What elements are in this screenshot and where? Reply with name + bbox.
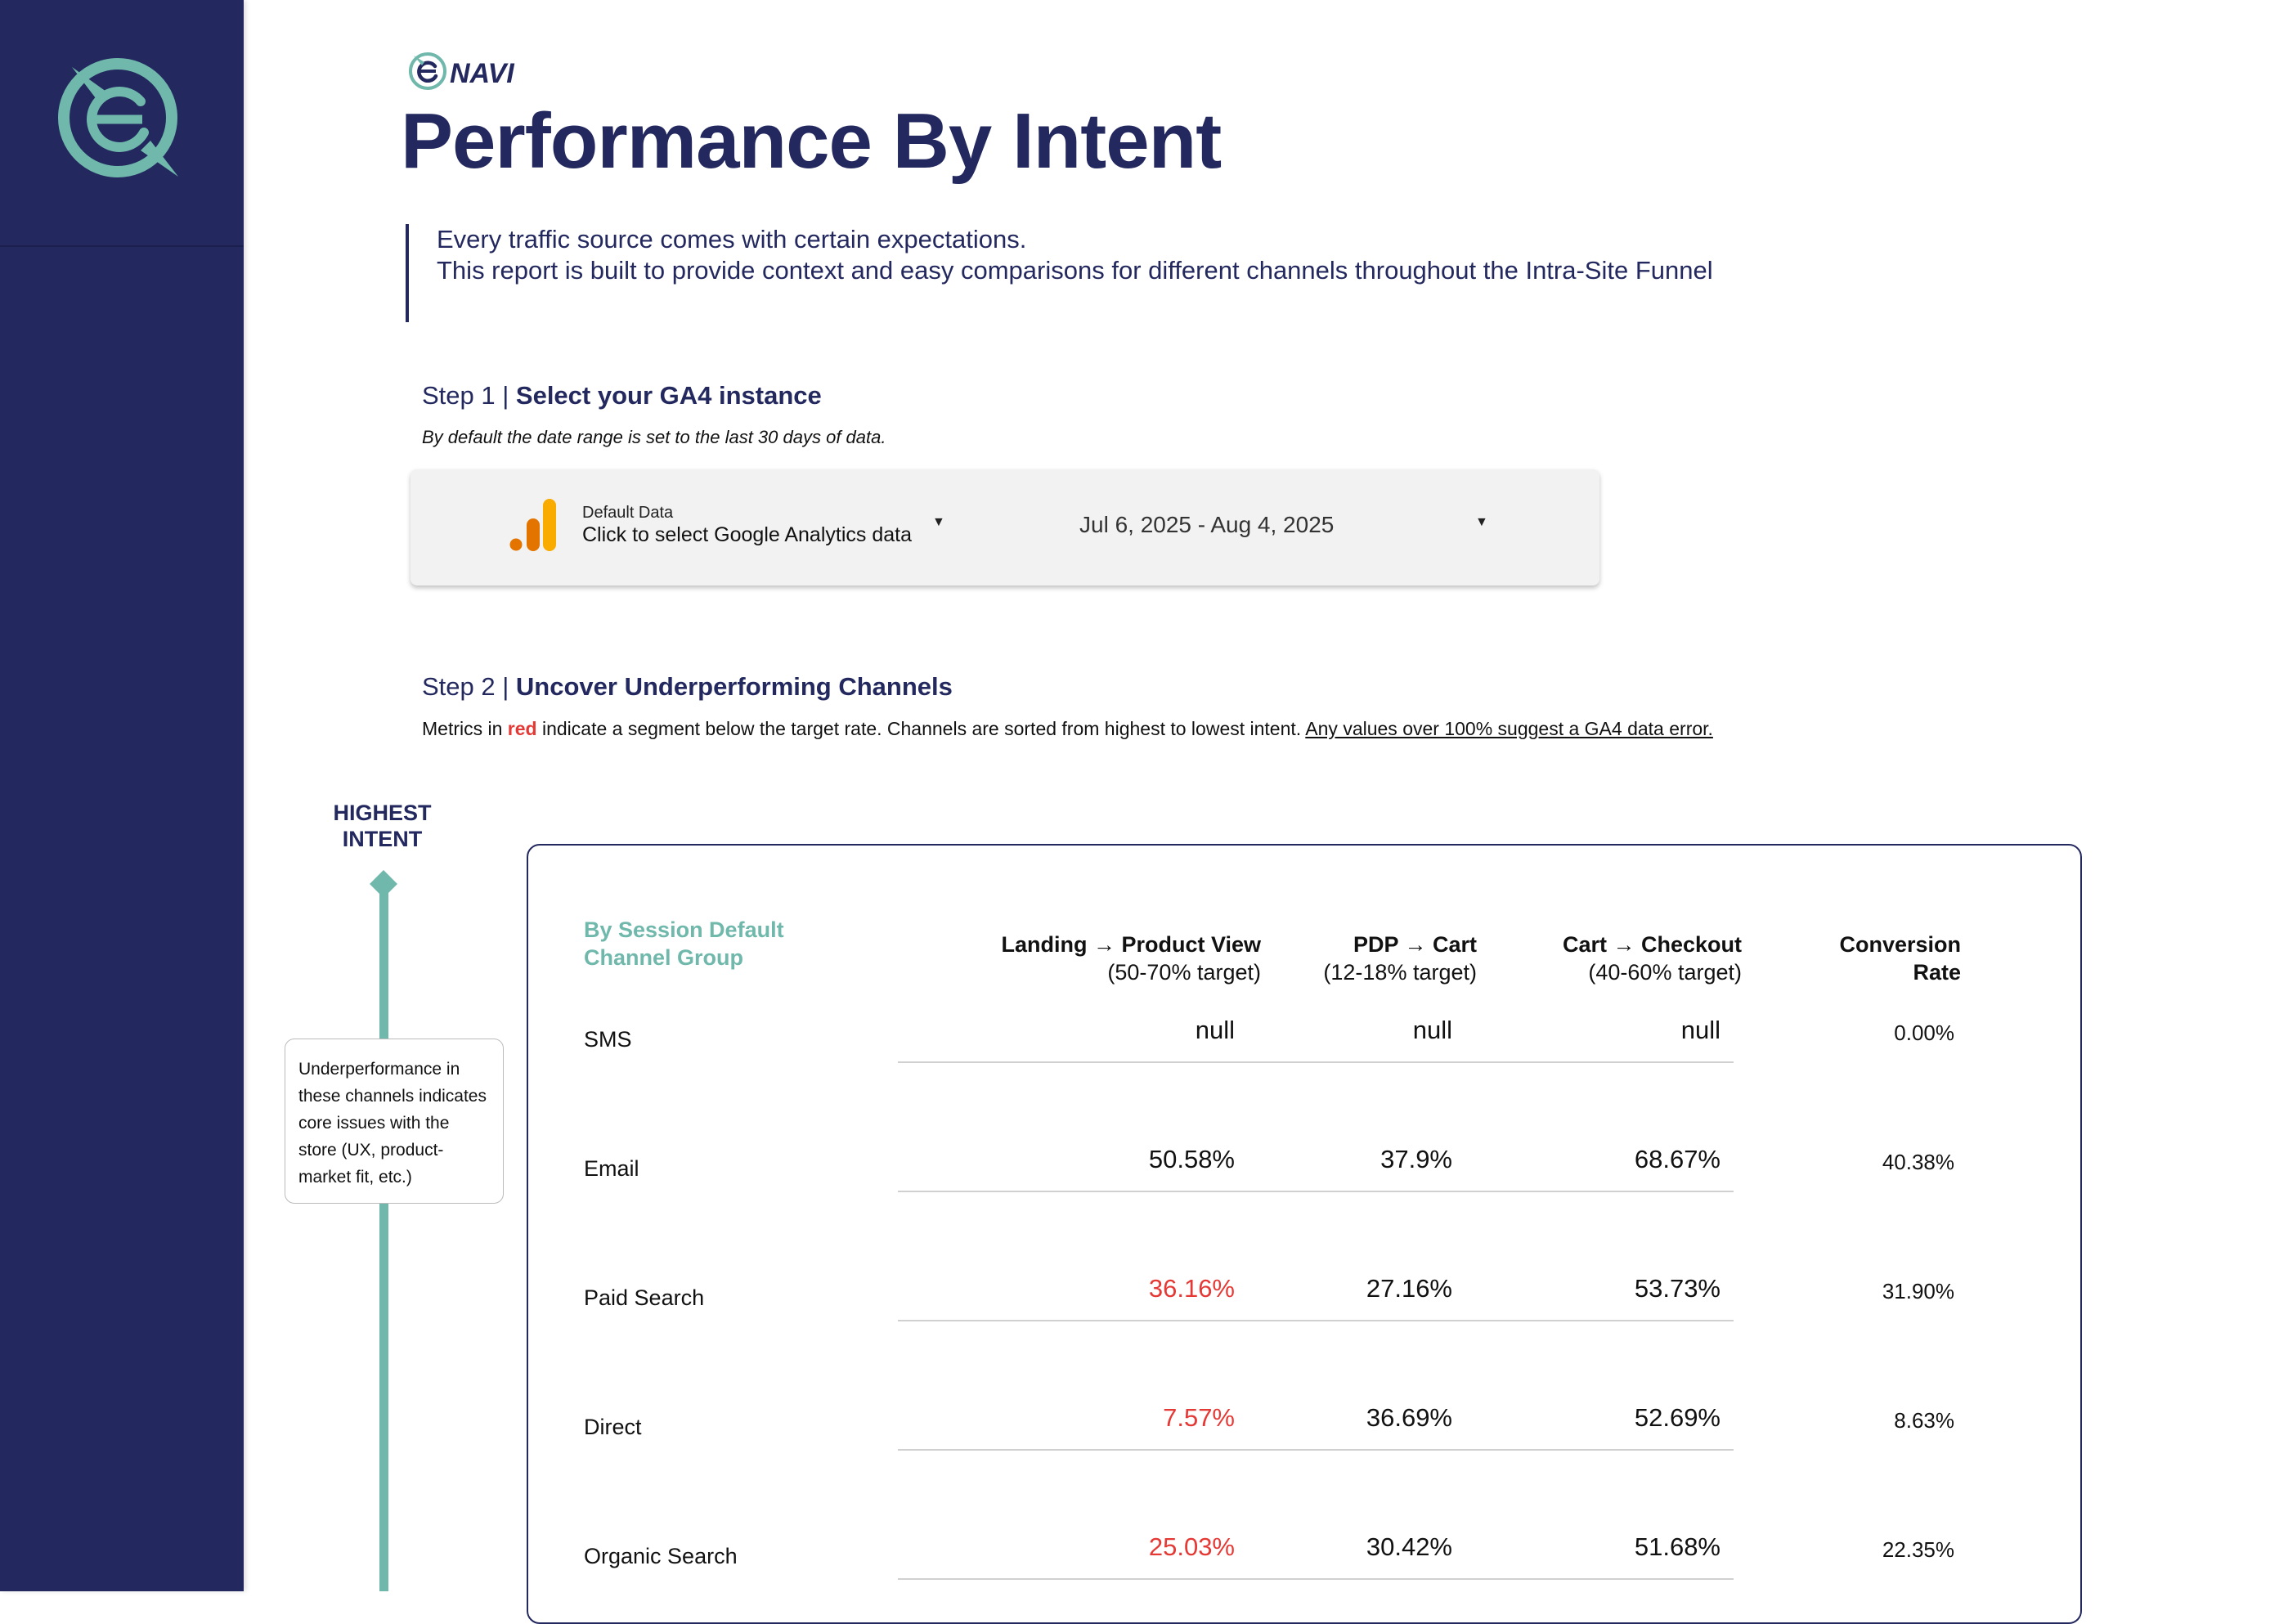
row-channel-label: Direct	[584, 1415, 642, 1439]
data-source-selector[interactable]: Click to select Google Analytics data	[582, 523, 912, 547]
table-cell-cart: 53.73%	[1634, 1274, 1720, 1303]
table-cell-pdp: 37.9%	[1380, 1145, 1452, 1173]
dimension-header[interactable]: By Session Default Channel Group	[584, 916, 829, 971]
control-bar: Default Data Click to select Google Anal…	[410, 469, 1599, 585]
table-cell-lpv: null	[1195, 1016, 1235, 1044]
row-divider	[898, 1191, 1734, 1192]
column-target: (40-60% target)	[1588, 960, 1742, 985]
intent-label-line1: HIGHEST	[333, 801, 432, 825]
row-divider	[898, 1061, 1734, 1063]
step2-note: Metrics in red indicate a segment below …	[422, 718, 1713, 740]
sidebar	[0, 0, 244, 1591]
table-cell-lpv: 7.57%	[1163, 1403, 1235, 1432]
column-header-cart-checkout[interactable]: Cart → Checkout (40-60% target)	[1563, 931, 1742, 986]
column-title: PDP → Cart	[1353, 932, 1477, 957]
step2-heading: Step 2 | Uncover Underperforming Channel…	[422, 672, 953, 702]
table-cell-pdp: null	[1412, 1016, 1452, 1044]
step2-note-part2: indicate a segment below the target rate…	[536, 718, 1306, 739]
table-cell-conversion-rate: 31.90%	[1882, 1279, 1954, 1303]
row-channel-label: Paid Search	[584, 1285, 705, 1310]
step2-title: Uncover Underperforming Channels	[515, 672, 953, 701]
column-target: Rate	[1913, 960, 1961, 985]
intro-line-1: Every traffic source comes with certain …	[437, 225, 1027, 253]
row-channel-label: SMS	[584, 1027, 632, 1052]
brand-name: NAVI	[450, 58, 515, 89]
step2-note-part1: Metrics in	[422, 718, 508, 739]
column-header-pdp-cart[interactable]: PDP → Cart (12-18% target)	[1323, 931, 1477, 986]
row-channel-label: Organic Search	[584, 1544, 738, 1568]
step1-note: By default the date range is set to the …	[422, 427, 886, 447]
row-divider	[898, 1578, 1734, 1580]
date-range-selector[interactable]: Jul 6, 2025 - Aug 4, 2025	[1079, 512, 1334, 538]
intent-axis-line	[379, 887, 388, 1591]
intent-label-line2: INTENT	[342, 827, 423, 851]
data-source-label: Default Data	[582, 504, 674, 522]
column-header-conversion-rate[interactable]: Conversion Rate	[1839, 931, 1961, 986]
dimension-header-line2: Channel Group	[584, 945, 743, 970]
caret-down-icon[interactable]: ▼	[932, 515, 945, 530]
column-title: Conversion	[1839, 932, 1961, 957]
column-target: (12-18% target)	[1323, 960, 1477, 985]
step2-prefix: Step 2 |	[422, 672, 516, 701]
table-cell-lpv: 36.16%	[1148, 1274, 1235, 1303]
step2-note-red: red	[507, 718, 537, 739]
table-cell-cart: 68.67%	[1634, 1145, 1720, 1173]
row-divider	[898, 1320, 1734, 1321]
step1-title: Select your GA4 instance	[515, 381, 822, 410]
table-cell-pdp: 36.69%	[1366, 1403, 1452, 1432]
sidebar-divider	[0, 245, 244, 247]
navi-logo: NAVI	[407, 49, 554, 93]
google-analytics-icon	[509, 499, 559, 551]
step1-prefix: Step 1 |	[422, 381, 516, 410]
intent-callout: Underperformance in these channels indic…	[285, 1039, 504, 1204]
intro-block: Every traffic source comes with certain …	[406, 224, 1713, 322]
table-cell-conversion-rate: 8.63%	[1894, 1408, 1954, 1433]
table-cell-conversion-rate: 22.35%	[1882, 1537, 1954, 1562]
row-divider	[898, 1449, 1734, 1451]
table-cell-cart: null	[1680, 1016, 1720, 1044]
table-cell-lpv: 25.03%	[1148, 1532, 1235, 1561]
channel-table: By Session Default Channel Group Landing…	[527, 844, 2082, 1624]
table-cell-pdp: 30.42%	[1366, 1532, 1452, 1561]
table-cell-pdp: 27.16%	[1366, 1274, 1452, 1303]
column-title: Cart → Checkout	[1562, 932, 1742, 957]
table-cell-conversion-rate: 40.38%	[1882, 1150, 1954, 1174]
intent-label: HIGHEST INTENT	[319, 800, 446, 852]
column-title: Landing → Product View	[1001, 932, 1261, 957]
table-cell-conversion-rate: 0.00%	[1894, 1021, 1954, 1045]
column-header-landing-product-view[interactable]: Landing → Product View (50-70% target)	[1001, 931, 1261, 986]
brand-compass-icon	[56, 54, 186, 185]
column-target: (50-70% target)	[1107, 960, 1261, 985]
step2-note-underline: Any values over 100% suggest a GA4 data …	[1305, 718, 1713, 739]
dimension-header-line1: By Session Default	[584, 917, 784, 942]
intro-line-2: This report is built to provide context …	[437, 256, 1713, 285]
table-cell-cart: 51.68%	[1634, 1532, 1720, 1561]
table-cell-cart: 52.69%	[1634, 1403, 1720, 1432]
table-cell-lpv: 50.58%	[1148, 1145, 1235, 1173]
step1-heading: Step 1 | Select your GA4 instance	[422, 381, 822, 410]
row-channel-label: Email	[584, 1156, 639, 1181]
page-title: Performance By Intent	[401, 97, 1222, 185]
caret-down-icon[interactable]: ▼	[1475, 515, 1488, 530]
